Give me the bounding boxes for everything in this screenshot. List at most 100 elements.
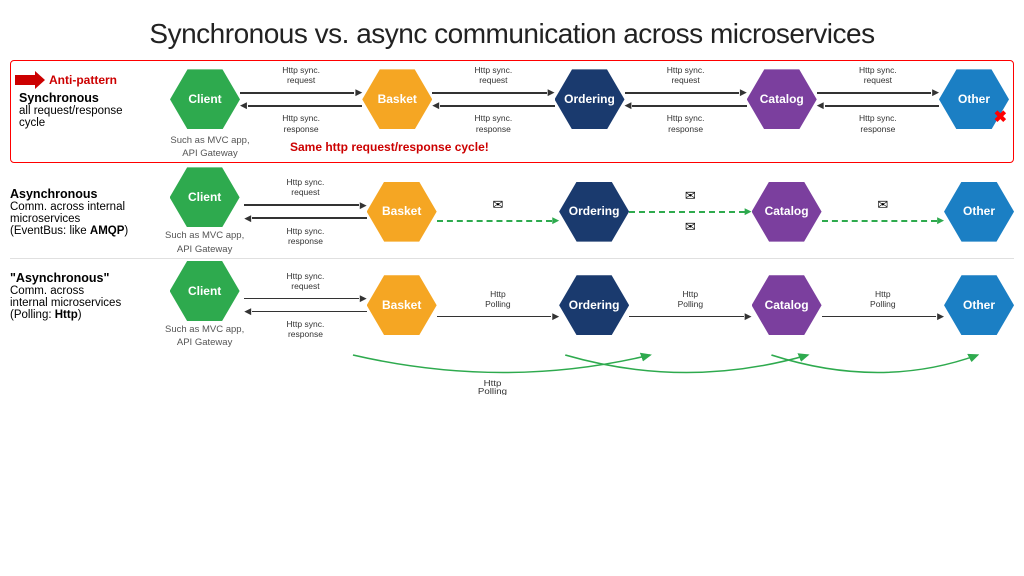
row3-poll1: HttpPolling ▶ (437, 289, 559, 322)
envelope-icon-4: ✉ (877, 197, 888, 213)
row1-arr3-right-head: ▶ (740, 87, 747, 98)
row3-sync-right: ▶ (244, 293, 366, 304)
row3-poll2-line: ▶ (629, 311, 751, 322)
row1-arr2-bot-label: Http sync.response (432, 113, 554, 133)
row2-sync-req-label: Http sync.request (244, 177, 366, 197)
row1-ordering-hex: Ordering (555, 69, 625, 129)
row1-arr4-left: ◀ (817, 100, 939, 111)
row2-basket-hex: Basket (367, 182, 437, 242)
row2-client-node: Client Such as MVC app,API Gateway (165, 167, 244, 256)
row1-container: Anti-pattern Synchronous all request/res… (10, 60, 1014, 163)
row1-arr3-bot-label: Http sync.response (625, 113, 747, 133)
row1-arrow4: Http sync.request ▶ ◀ Http sync.response (817, 65, 939, 134)
svg-text:Polling: Polling (478, 386, 507, 394)
row1-arr4-top-label: Http sync.request (817, 65, 939, 85)
row2-flow: Client Such as MVC app,API Gateway Http … (165, 167, 1014, 256)
row1-arrow1: Http sync.request ▶ ◀ Http sync.response (240, 65, 362, 134)
row1-arr2-top-label: Http sync.request (432, 65, 554, 85)
row1-arr1-left-head: ◀ (240, 100, 247, 111)
row3-client-hex: Client (170, 261, 240, 321)
row1-arr2-left: ◀ (432, 100, 554, 111)
row2-label3: microservices (10, 213, 159, 225)
row1-arr4-bot-label: Http sync.response (817, 113, 939, 133)
row3-sync-req-label: Http sync.request (244, 271, 366, 291)
row1-arrow3: Http sync.request ▶ ◀ Http sync.response (625, 65, 747, 134)
row3-ordering-hex: Ordering (559, 275, 629, 335)
antipattern-label: Anti-pattern (49, 73, 117, 87)
row3-poll3-line: ▶ (822, 311, 944, 322)
row3-label1: "Asynchronous" (10, 271, 159, 285)
row2-dashed3-line: ▶ (822, 215, 944, 226)
row3-poll2-label: HttpPolling (629, 289, 751, 309)
row1-arr2-left-head: ◀ (432, 100, 439, 111)
same-http-label: Same http request/response cycle! (290, 140, 489, 154)
row1-catalog-node: Catalog (747, 69, 817, 129)
row2-label1: Asynchronous (10, 187, 159, 201)
row1-label3: cycle (19, 117, 164, 129)
row2-dashed1: ✉ ▶ (437, 197, 559, 226)
polling-curves-svg: Http Polling (165, 350, 1014, 395)
row1-basket-node: Basket (362, 69, 432, 129)
row3-label3: internal microservices (10, 297, 159, 309)
row1-ordering-node: Ordering (555, 69, 625, 129)
row3-polling-svg-container: Http Polling (165, 350, 1014, 395)
row2-ordering-node: Ordering (559, 182, 629, 242)
row1-arr3-left: ◀ (625, 100, 747, 111)
divider1 (10, 258, 1014, 259)
row2-label4a: (EventBus: like (10, 225, 90, 237)
row2-label4: (EventBus: like AMQP) (10, 225, 159, 237)
row1-other-node: Other ✖ (939, 69, 1009, 129)
same-http-note: Same http request/response cycle! (250, 134, 1009, 161)
row3-label2: Comm. across (10, 285, 159, 297)
row2-label4c: ) (124, 225, 128, 237)
row2-dashed3: ✉ ▶ (822, 197, 944, 226)
row1-arr2-right: ▶ (432, 87, 554, 98)
row1-below: Such as MVC app,API Gateway Same http re… (15, 134, 1009, 161)
row3-label4: (Polling: Http) (10, 309, 159, 321)
row1-flow: Client Http sync.request ▶ ◀ Http sync.r… (170, 65, 1009, 134)
row1-arr1-left: ◀ (240, 100, 362, 111)
row2-other-hex: Other (944, 182, 1014, 242)
row3-label4a: (Polling: (10, 309, 55, 321)
row3-sync-left: ◀ (244, 306, 366, 317)
row2-label2: Comm. across internal (10, 201, 159, 213)
row3-label: "Asynchronous" Comm. across internal mic… (10, 261, 165, 321)
row1-below-client-text: Such as MVC app,API Gateway (170, 134, 250, 161)
row1-label: Anti-pattern Synchronous all request/res… (15, 69, 170, 129)
row1-arr4-left-head: ◀ (817, 100, 824, 111)
row3-basket-hex: Basket (367, 275, 437, 335)
row1-arr1-bot-label: Http sync.response (240, 113, 362, 133)
row3-poll1-label: HttpPolling (437, 289, 559, 309)
row1-arr4-right-head: ▶ (932, 87, 939, 98)
row2-sync-arrow: Http sync.request ▶ ◀ Http sync.response (244, 177, 366, 246)
row3-below-client: Such as MVC app,API Gateway (165, 323, 244, 350)
row3-poll1-line: ▶ (437, 311, 559, 322)
row1-arr3-top-label: Http sync.request (625, 65, 747, 85)
row3-poll3-label: HttpPolling (822, 289, 944, 309)
row3-sync-resp-label: Http sync.response (244, 319, 366, 339)
row3-ordering-node: Ordering (559, 275, 629, 335)
envelope-icon-3: ✉ (685, 219, 696, 235)
row3-label4b: Http (55, 309, 78, 321)
row2-catalog-hex: Catalog (752, 182, 822, 242)
page-title: Synchronous vs. async communication acro… (0, 0, 1024, 60)
row3-poll3: HttpPolling ▶ (822, 289, 944, 322)
envelope-icon-1: ✉ (492, 197, 503, 213)
row3-poll2: HttpPolling ▶ (629, 289, 751, 322)
row2-client-hex: Client (170, 167, 240, 227)
row3-catalog-node: Catalog (752, 275, 822, 335)
row2-sync-right: ▶ (244, 200, 366, 211)
row1-arr1-right-head: ▶ (355, 87, 362, 98)
row2-dashed2-line: ▶ (629, 206, 751, 217)
row2-container: Asynchronous Comm. across internal micro… (10, 167, 1014, 256)
main-content: Anti-pattern Synchronous all request/res… (0, 60, 1024, 395)
row2-catalog-node: Catalog (752, 182, 822, 242)
row1-basket-hex: Basket (362, 69, 432, 129)
row2-dashed1-line: ▶ (437, 215, 559, 226)
row2-label4b: AMQP (90, 225, 125, 237)
row1-arr3-left-head: ◀ (625, 100, 632, 111)
row1-arr2-right-head: ▶ (548, 87, 555, 98)
arrow-icon (15, 69, 45, 91)
row1-sync-label: Synchronous (19, 91, 164, 105)
error-x-icon: ✖ (994, 107, 1007, 127)
